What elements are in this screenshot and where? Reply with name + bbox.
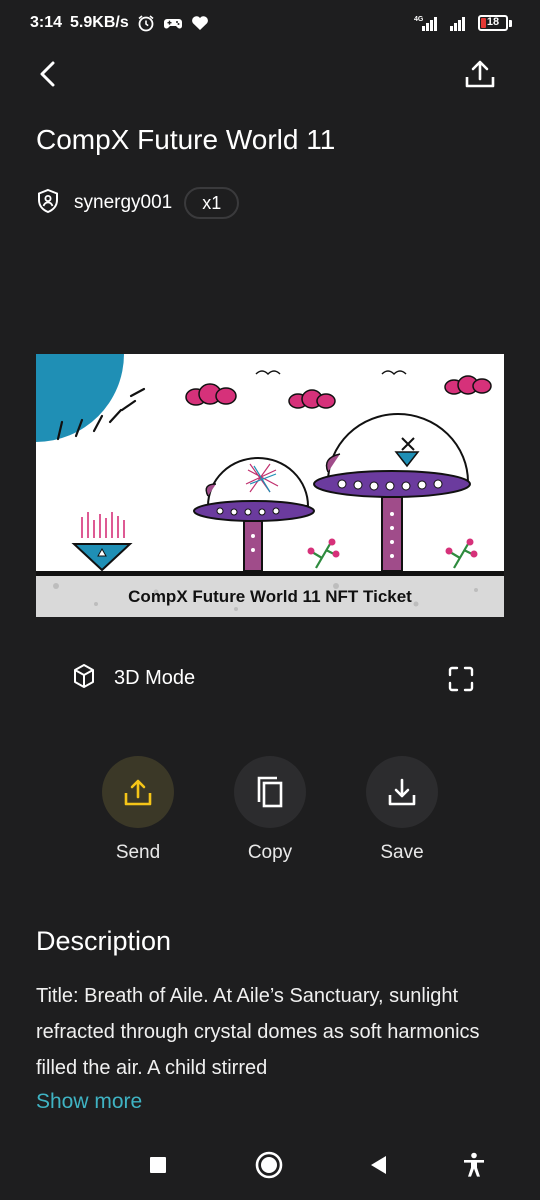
send-upload-icon bbox=[124, 779, 152, 806]
nft-image-caption: CompX Future World 11 NFT Ticket bbox=[128, 587, 412, 606]
game-controller-icon bbox=[163, 14, 183, 32]
copy-button[interactable]: Copy bbox=[225, 756, 315, 864]
quantity-badge: x1 bbox=[184, 187, 240, 219]
status-net-speed: 5.9KB/s bbox=[70, 14, 129, 31]
heart-icon bbox=[191, 15, 209, 31]
upload-icon bbox=[465, 60, 495, 88]
accessibility-icon bbox=[464, 1152, 484, 1177]
send-label: Send bbox=[115, 842, 161, 863]
cube-icon bbox=[72, 663, 96, 694]
send-button[interactable]: Send bbox=[93, 756, 183, 864]
status-right: 4G 18 bbox=[412, 14, 512, 32]
shield-user-icon bbox=[36, 188, 60, 219]
save-button-circle bbox=[366, 756, 438, 828]
accessibility-button[interactable] bbox=[459, 1150, 489, 1180]
chevron-left-icon bbox=[40, 61, 55, 87]
recents-button[interactable] bbox=[143, 1150, 173, 1180]
save-label: Save bbox=[380, 842, 424, 863]
nft-artwork bbox=[36, 354, 504, 617]
save-button[interactable]: Save bbox=[357, 756, 447, 864]
alarm-icon bbox=[137, 14, 155, 32]
signal-icon bbox=[448, 14, 470, 32]
back-triangle-icon bbox=[371, 1156, 386, 1174]
status-time: 3:14 bbox=[30, 14, 63, 31]
send-button-circle bbox=[102, 756, 174, 828]
home-circle-icon bbox=[255, 1151, 283, 1179]
owner-name[interactable]: synergy001 bbox=[74, 192, 172, 214]
home-button[interactable] bbox=[254, 1150, 284, 1180]
3d-mode-toggle[interactable]: 3D Mode bbox=[72, 662, 195, 694]
show-more-link[interactable]: Show more bbox=[36, 1090, 142, 1114]
network-label: 4G bbox=[414, 16, 424, 23]
recents-square-icon bbox=[150, 1157, 166, 1173]
share-button[interactable] bbox=[460, 54, 500, 94]
back-button[interactable] bbox=[30, 56, 66, 92]
description-text: Title: Breath of Aile. At Aile’s Sanctua… bbox=[36, 985, 480, 1079]
battery-level: 18 bbox=[486, 16, 500, 28]
battery-icon: 18 bbox=[478, 15, 512, 31]
status-left: 3:14 5.9KB/s bbox=[30, 14, 209, 32]
back-nav-button[interactable] bbox=[364, 1150, 394, 1180]
status-bar: 3:14 5.9KB/s 4G 18 bbox=[0, 0, 540, 52]
description-heading: Description bbox=[36, 926, 172, 956]
3d-mode-label: 3D Mode bbox=[114, 666, 196, 689]
fullscreen-icon bbox=[448, 666, 474, 692]
action-buttons: Send Copy Save bbox=[0, 756, 540, 876]
copy-icon bbox=[257, 776, 283, 808]
top-nav bbox=[0, 52, 540, 96]
copy-label: Copy bbox=[247, 842, 293, 863]
nft-image[interactable]: CompX Future World 11 NFT Ticket bbox=[36, 354, 504, 617]
signal-4g-icon: 4G bbox=[412, 14, 440, 32]
nft-title: CompX Future World 11 bbox=[36, 124, 336, 155]
system-nav-bar bbox=[0, 1138, 540, 1190]
download-icon bbox=[388, 778, 416, 806]
owner-row: synergy001 x1 bbox=[36, 186, 240, 220]
copy-button-circle bbox=[234, 756, 306, 828]
fullscreen-button[interactable] bbox=[444, 662, 478, 696]
